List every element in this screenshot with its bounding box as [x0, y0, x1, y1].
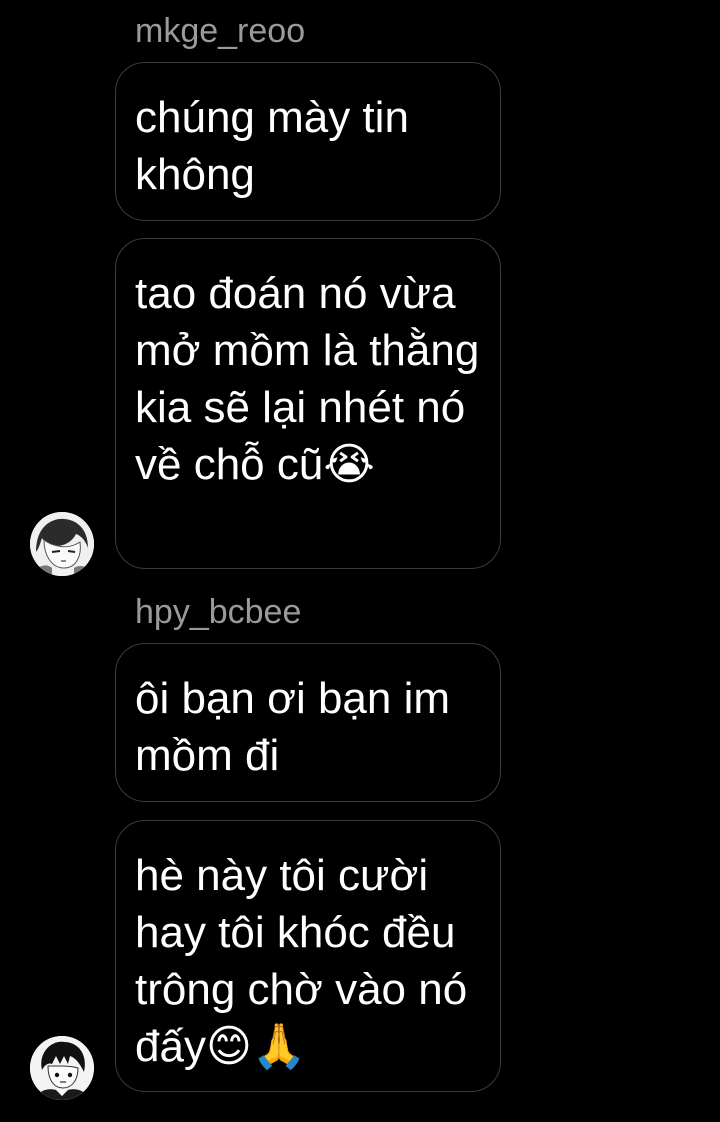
message-text: chúng mày tin không [135, 93, 422, 199]
avatar-drawing [30, 512, 94, 576]
anime-boy-avatar-icon[interactable] [30, 1036, 94, 1100]
message-text: hè này tôi cười hay tôi khóc đều trông c… [135, 851, 480, 1071]
message-bubble[interactable]: chúng mày tin không [115, 62, 501, 221]
anime-girl-avatar-icon[interactable] [30, 512, 94, 576]
message-text: tao đoán nó vừa mở mồm là thằng kia sẽ l… [135, 269, 492, 489]
avatar-drawing [30, 1036, 94, 1100]
message-bubble[interactable]: ôi bạn ơi bạn im mồm đi [115, 643, 501, 802]
message-bubble[interactable]: tao đoán nó vừa mở mồm là thằng kia sẽ l… [115, 238, 501, 569]
message-bubble[interactable]: hè này tôi cười hay tôi khóc đều trông c… [115, 820, 501, 1092]
message-text: ôi bạn ơi bạn im mồm đi [135, 674, 463, 780]
sender-name[interactable]: hpy_bcbee [135, 595, 301, 629]
sender-name[interactable]: mkge_reoo [135, 14, 305, 48]
